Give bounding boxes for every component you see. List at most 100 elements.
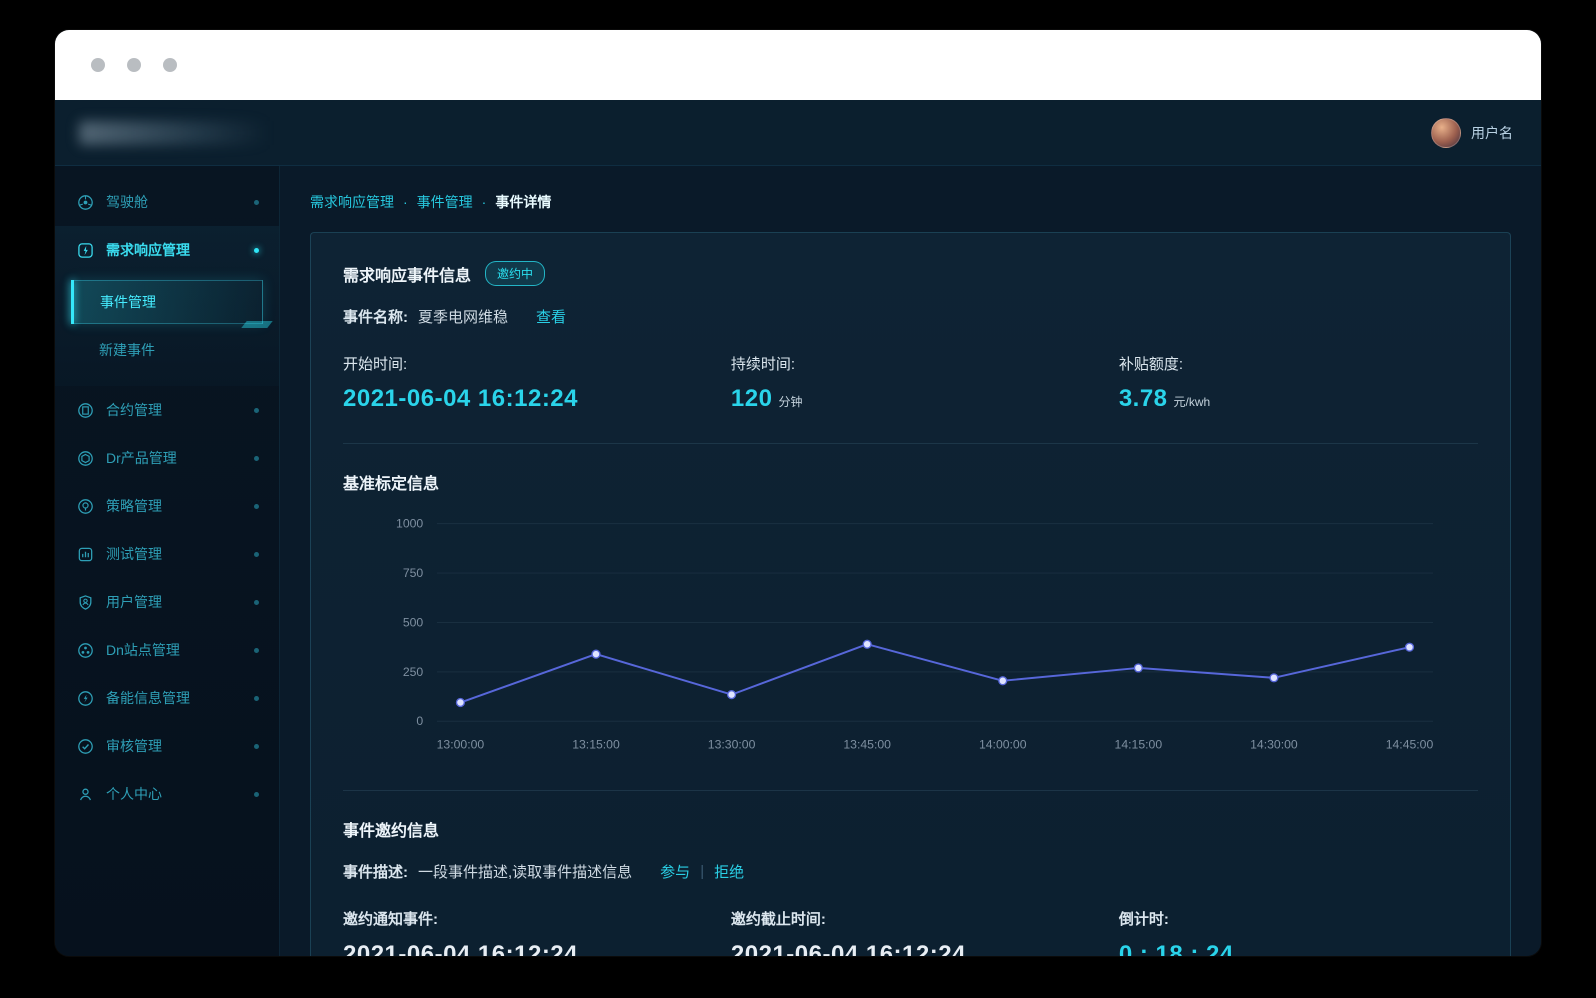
window-control-minimize-icon[interactable]: [127, 58, 141, 72]
breadcrumb-separator: ·: [403, 194, 408, 210]
section-divider: [343, 443, 1478, 444]
user-management-icon: [79, 594, 92, 610]
stat-value: 120: [730, 385, 773, 412]
username-label: 用户名: [1471, 124, 1513, 141]
breadcrumb-item[interactable]: 需求响应管理: [310, 192, 394, 212]
sidebar: 驾驶舱 需求响应管理 事件管理 新建事件 合约管理 Dr产品管理 策略管理 测试…: [55, 166, 280, 956]
stat-invite-deadline: 邀约截止时间: 2021-06-04 16:12:24: [731, 908, 1119, 956]
demand-response-icon: [78, 242, 93, 258]
sidebar-item-dr-product[interactable]: Dr产品管理: [55, 434, 279, 482]
svg-text:250: 250: [403, 665, 424, 679]
view-link[interactable]: 查看: [536, 306, 566, 327]
event-desc-label: 事件描述:: [343, 864, 408, 882]
event-stats: 开始时间: 2021-06-04 16:12:24 持续时间: 120 分钟 补贴…: [343, 353, 1478, 413]
event-info-title: 需求响应事件信息: [343, 267, 472, 285]
app-header: 用户名: [55, 100, 1541, 166]
stat-label: 开始时间:: [343, 356, 408, 373]
expand-dot-icon: [254, 551, 259, 557]
stat-value: 0 : 18 : 24: [1118, 941, 1234, 956]
event-detail-card: 需求响应事件信息 邀约中 事件名称: 夏季电网维稳 查看 开始时间: 2021-…: [310, 232, 1511, 956]
baseline-title: 基准标定信息: [343, 476, 440, 493]
breadcrumb: 需求响应管理 · 事件管理 · 事件详情: [310, 192, 1511, 212]
sidebar-item-label: 需求响应管理: [106, 242, 190, 258]
sidebar-group-demand-response: 需求响应管理 事件管理 新建事件: [55, 226, 279, 386]
svg-text:14:15:00: 14:15:00: [1115, 738, 1163, 752]
sidebar-item-label: 策略管理: [106, 498, 162, 514]
sidebar-item-test[interactable]: 测试管理: [55, 530, 279, 578]
sidebar-subitem-event-management[interactable]: 事件管理: [71, 280, 263, 324]
stat-countdown: 倒计时: 0 : 18 : 24: [1119, 908, 1478, 956]
sidebar-item-audit[interactable]: 审核管理: [55, 722, 279, 770]
baseline-chart-svg: 0 250 500 750 1000 13:00:00 13:15:00 13:30:00 13…: [396, 517, 1434, 752]
sidebar-subitem-label: 新建事件: [99, 342, 155, 358]
stat-unit: 元/kwh: [1173, 395, 1211, 409]
sidebar-item-user-management[interactable]: 用户管理: [55, 578, 279, 626]
sidebar-item-demand-response[interactable]: 需求响应管理: [55, 226, 279, 274]
invitation-stats: 邀约通知事件: 2021-06-04 16:12:24 邀约截止时间: 2021…: [343, 908, 1478, 956]
svg-text:14:30:00: 14:30:00: [1250, 738, 1298, 752]
svg-text:14:00:00: 14:00:00: [979, 738, 1027, 752]
sidebar-item-cockpit[interactable]: 驾驶舱: [55, 178, 279, 226]
stat-label: 补贴额度:: [1118, 356, 1183, 373]
svg-text:13:45:00: 13:45:00: [843, 738, 891, 752]
stat-unit: 分钟: [778, 395, 803, 409]
stat-invite-notify-time: 邀约通知事件: 2021-06-04 16:12:24: [343, 908, 731, 956]
baseline-chart: 0 250 500 750 1000 13:00:00 13:15:00 13:30:00 13…: [343, 508, 1478, 760]
status-badge: 邀约中: [485, 261, 546, 286]
sidebar-item-label: 测试管理: [106, 546, 162, 562]
expand-dot-icon: [254, 199, 259, 205]
user-avatar[interactable]: [1431, 117, 1461, 148]
contract-icon: [78, 402, 93, 418]
join-link[interactable]: 参与: [660, 861, 690, 882]
sidebar-item-dn-site[interactable]: Dn站点管理: [55, 626, 279, 674]
expand-dot-icon: [254, 647, 259, 653]
energy-info-icon: [78, 690, 93, 706]
expand-dot-icon: [254, 455, 259, 461]
sidebar-item-label: Dn站点管理: [106, 642, 180, 658]
event-desc-value: 一段事件描述,读取事件描述信息: [418, 864, 633, 882]
sidebar-item-label: 驾驶舱: [106, 194, 148, 210]
breadcrumb-current: 事件详情: [495, 194, 552, 210]
sidebar-item-label: Dr产品管理: [106, 450, 177, 466]
expand-dot-icon: [254, 247, 259, 253]
sidebar-item-profile[interactable]: 个人中心: [55, 770, 279, 818]
stat-label: 邀约通知事件:: [343, 911, 438, 929]
expand-dot-icon: [254, 599, 259, 605]
window-control-zoom-icon[interactable]: [163, 58, 177, 72]
sidebar-item-label: 合约管理: [106, 402, 162, 418]
sidebar-item-label: 个人中心: [106, 786, 162, 802]
svg-text:13:30:00: 13:30:00: [708, 738, 756, 752]
expand-dot-icon: [254, 695, 259, 701]
expand-dot-icon: [254, 791, 259, 797]
stat-label: 邀约截止时间:: [730, 911, 826, 929]
stat-label: 持续时间:: [730, 356, 796, 373]
audit-icon: [78, 738, 93, 754]
sidebar-subitem-new-event[interactable]: 新建事件: [71, 328, 263, 372]
section-divider: [343, 790, 1478, 792]
sidebar-item-energy-info[interactable]: 备能信息管理: [55, 674, 279, 722]
sidebar-subitem-label: 事件管理: [100, 294, 156, 310]
svg-text:13:00:00: 13:00:00: [437, 738, 485, 752]
stat-start-time: 开始时间: 2021-06-04 16:12:24: [343, 353, 731, 413]
submenu-demand-response: 事件管理 新建事件: [55, 274, 279, 386]
stat-subsidy: 补贴额度: 3.78 元/kwh: [1119, 353, 1478, 413]
window-titlebar: [55, 30, 1541, 100]
dr-product-icon: [78, 450, 93, 466]
user-menu[interactable]: 用户名: [1431, 117, 1513, 148]
sidebar-item-strategy[interactable]: 策略管理: [55, 482, 279, 530]
svg-text:500: 500: [403, 615, 424, 629]
app-logo: [79, 120, 269, 145]
stat-value: 3.78: [1118, 385, 1168, 412]
svg-text:14:45:00: 14:45:00: [1386, 738, 1434, 752]
event-name-label: 事件名称:: [343, 309, 408, 326]
reject-link[interactable]: 拒绝: [714, 861, 744, 882]
expand-dot-icon: [254, 503, 259, 509]
main-content: 需求响应管理 · 事件管理 · 事件详情 需求响应事件信息 邀约中 事件名称: …: [280, 166, 1541, 956]
stat-label: 倒计时:: [1118, 911, 1169, 929]
strategy-icon: [78, 498, 93, 514]
sidebar-item-contract[interactable]: 合约管理: [55, 386, 279, 434]
svg-text:1000: 1000: [396, 517, 423, 531]
window-control-close-icon[interactable]: [91, 58, 105, 72]
breadcrumb-item[interactable]: 事件管理: [417, 192, 473, 212]
link-divider: |: [700, 863, 705, 881]
